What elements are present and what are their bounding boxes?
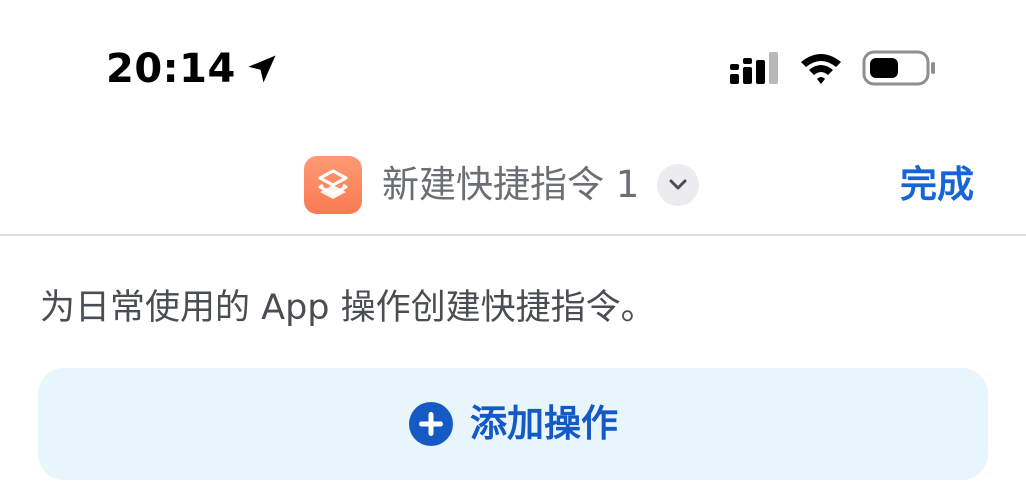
chevron-down-icon[interactable]	[657, 164, 700, 206]
status-time-group: 20:14	[106, 44, 280, 94]
status-bar: 20:14	[0, 0, 1026, 130]
done-button[interactable]: 完成	[900, 160, 974, 210]
shortcuts-icon	[304, 156, 362, 214]
shortcut-title: 新建快捷指令 1	[382, 163, 640, 206]
plus-circle-icon	[408, 401, 454, 447]
status-icons	[728, 48, 938, 88]
cellular-signal-icon	[728, 50, 782, 86]
wifi-icon	[798, 50, 844, 86]
status-time: 20:14	[106, 46, 236, 92]
shortcut-title-menu[interactable]: 新建快捷指令 1	[304, 156, 700, 214]
shortcut-editor-screen: 20:14 新建快捷指令 1 完成 为日常使用的 App 操作创建快捷指令。 添…	[0, 0, 1026, 482]
empty-state-description: 为日常使用的 App 操作创建快捷指令。	[40, 288, 656, 328]
navigation-bar: 新建快捷指令 1 完成	[0, 132, 1026, 236]
add-action-button[interactable]: 添加操作	[38, 368, 988, 480]
add-action-label: 添加操作	[470, 402, 618, 445]
location-arrow-icon	[244, 51, 280, 87]
battery-icon	[862, 48, 938, 88]
